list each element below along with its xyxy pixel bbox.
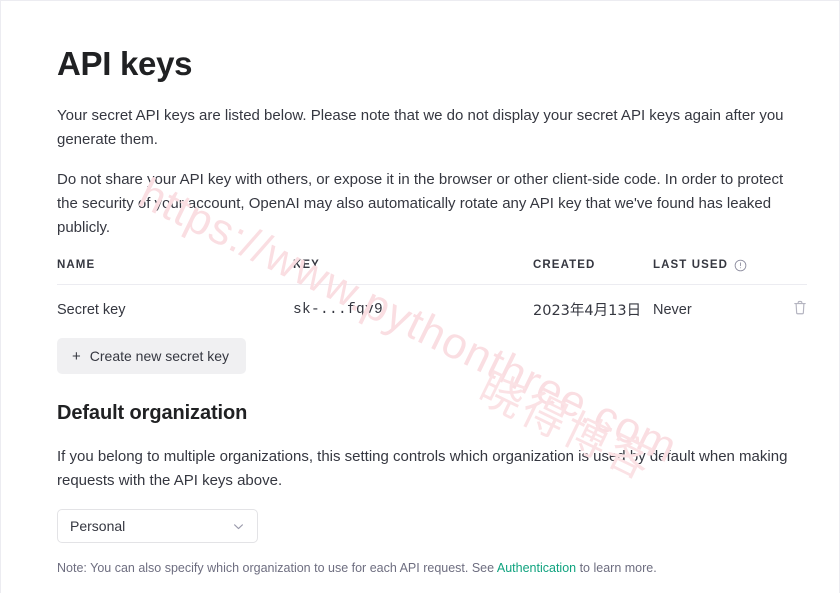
- chevron-down-icon: [231, 519, 246, 534]
- info-circle-icon[interactable]: [734, 259, 747, 272]
- organization-note-prefix: Note: You can also specify which organiz…: [57, 561, 497, 575]
- column-header-actions: [768, 258, 807, 285]
- cell-key-name: Secret key: [57, 301, 126, 318]
- create-new-secret-key-button[interactable]: + Create new secret key: [57, 338, 247, 374]
- table-header: NAME KEY CREATED LAST USED: [57, 258, 807, 285]
- cell-actions: [768, 285, 807, 321]
- table-row: Secret key sk-...fqv9 2023年4月13日 Never: [57, 285, 807, 321]
- authentication-link[interactable]: Authentication: [497, 561, 576, 575]
- default-organization-description: If you belong to multiple organizations,…: [57, 448, 788, 489]
- column-header-name: NAME: [57, 258, 293, 285]
- api-keys-table: NAME KEY CREATED LAST USED Secret key sk…: [57, 258, 807, 320]
- organization-select-value: Personal: [70, 518, 126, 534]
- column-header-key-label: KEY: [293, 259, 320, 271]
- trash-icon: [793, 300, 807, 319]
- default-organization-heading: Default organization: [57, 402, 248, 424]
- column-header-last-used-label: LAST USED: [653, 258, 729, 271]
- organization-note-suffix: to learn more.: [576, 561, 657, 575]
- cell-created-date: 2023年4月13日: [533, 303, 642, 319]
- do-not-share-description: Do not share your API key with others, o…: [57, 171, 784, 236]
- api-keys-page: https://www.pythonthree.com 晓得博客 API key…: [0, 0, 840, 593]
- column-header-created-label: CREATED: [533, 259, 596, 271]
- cell-key-value: sk-...fqv9: [293, 301, 384, 318]
- table-header-row: NAME KEY CREATED LAST USED: [57, 258, 807, 285]
- cell-last-used: Never: [653, 301, 692, 318]
- page-title: API keys: [57, 45, 193, 82]
- create-new-secret-key-label: Create new secret key: [89, 348, 230, 364]
- column-header-key: KEY: [293, 258, 533, 285]
- organization-select[interactable]: Personal: [57, 509, 258, 543]
- table-body: Secret key sk-...fqv9 2023年4月13日 Never: [57, 285, 807, 321]
- secret-keys-description: Your secret API keys are listed below. P…: [57, 107, 784, 148]
- delete-key-button[interactable]: [793, 300, 807, 316]
- column-header-last-used: LAST USED: [653, 258, 768, 285]
- plus-icon: +: [72, 347, 81, 365]
- organization-note: Note: You can also specify which organiz…: [57, 559, 797, 577]
- column-header-created: CREATED: [533, 258, 653, 285]
- column-header-name-label: NAME: [57, 259, 96, 271]
